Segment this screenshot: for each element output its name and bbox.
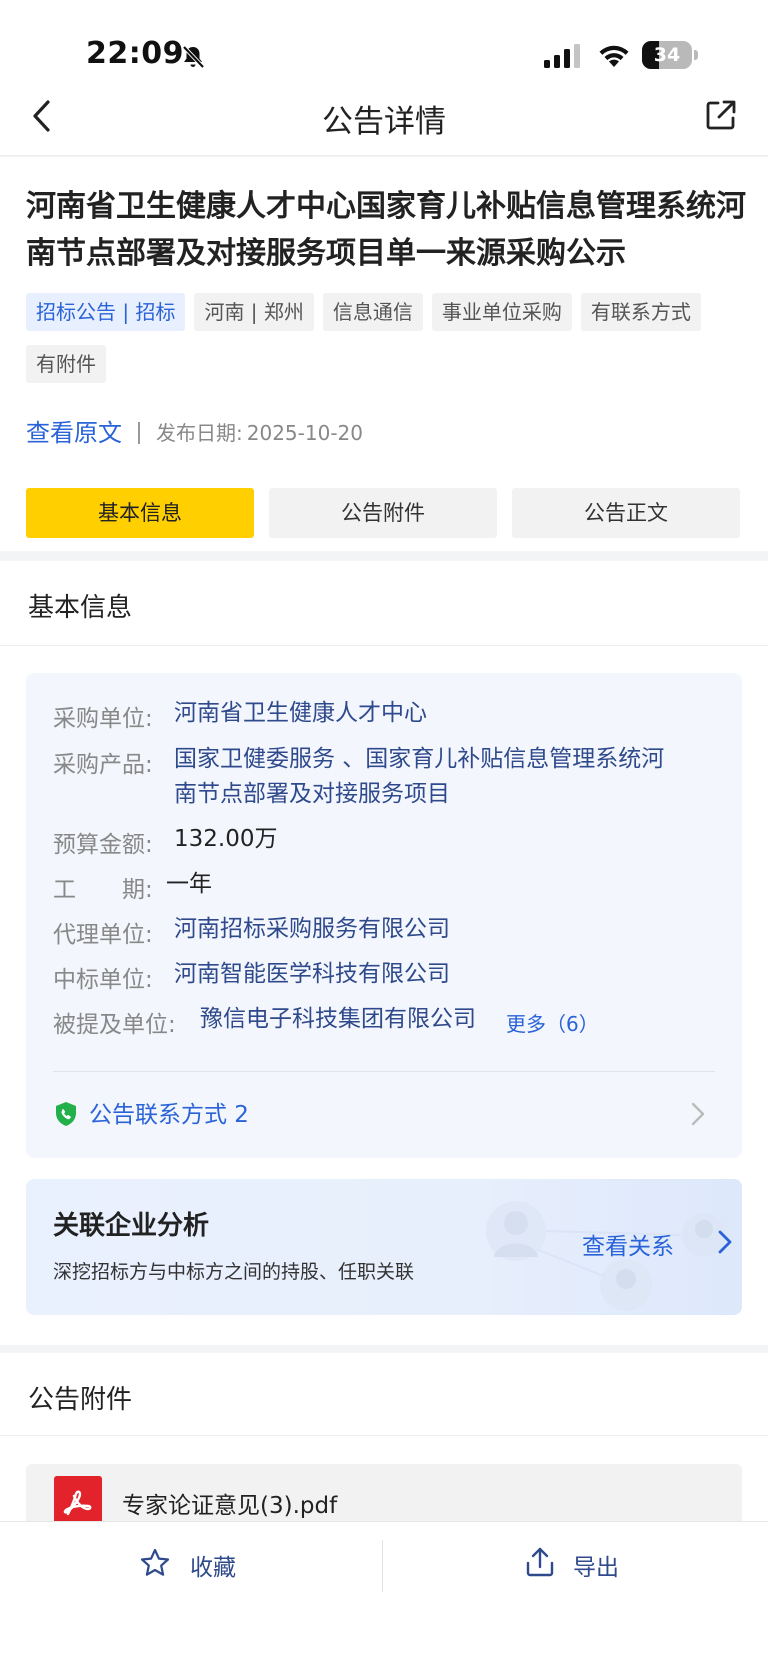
- product-value-line1[interactable]: 国家卫健委服务 、国家育儿补贴信息管理系统河: [174, 742, 664, 777]
- mentioned-value[interactable]: 豫信电子科技集团有限公司: [200, 1002, 476, 1037]
- tag-industry[interactable]: 信息通信: [322, 293, 423, 331]
- tab-attachments[interactable]: 公告附件: [269, 488, 497, 538]
- agency-label: 代理单位:: [53, 922, 153, 948]
- view-original-link[interactable]: 查看原文: [26, 415, 122, 451]
- wifi-icon: [599, 45, 629, 67]
- duration-label: 工 期:: [53, 877, 153, 903]
- budget-label: 预算金额:: [53, 832, 153, 858]
- publish-date-label: 发布日期:: [156, 421, 243, 445]
- meta-row: 查看原文 发布日期: 2025-10-20: [26, 415, 363, 451]
- chevron-right-blue-icon[interactable]: [718, 1230, 732, 1254]
- relation-subtitle: 深挖招标方与中标方之间的持股、任职关联: [53, 1261, 415, 1283]
- star-icon: [140, 1548, 170, 1576]
- basic-info-card: 采购单位: 河南省卫生健康人才中心 采购产品: 国家卫健委服务 、国家育儿补贴信…: [26, 673, 742, 1158]
- status-time: 22:09: [86, 36, 184, 71]
- tab-notice-body[interactable]: 公告正文: [512, 488, 740, 538]
- mentioned-label: 被提及单位:: [53, 1012, 176, 1038]
- cellular-signal-icon: [544, 44, 580, 68]
- relation-title: 关联企业分析: [53, 1211, 210, 1241]
- more-mentioned-link[interactable]: 更多（6）: [506, 1008, 599, 1037]
- favorite-label: 收藏: [190, 1555, 236, 1581]
- relation-analysis-banner[interactable]: 关联企业分析 深挖招标方与中标方之间的持股、任职关联 查看关系: [26, 1179, 742, 1315]
- battery-indicator: 34: [642, 41, 698, 69]
- upload-icon: [526, 1547, 554, 1577]
- section-divider: [0, 645, 768, 646]
- notice-header: 河南省卫生健康人才中心国家育儿补贴信息管理系统河南节点部署及对接服务项目单一来源…: [0, 157, 768, 551]
- battery-body: 34: [642, 41, 692, 69]
- attachment-file-name[interactable]: 专家论证意见(3).pdf: [122, 1486, 337, 1520]
- agency-value[interactable]: 河南招标采购服务有限公司: [174, 912, 450, 947]
- duration-value: 一年: [166, 871, 212, 897]
- favorite-button[interactable]: 收藏: [140, 1542, 250, 1588]
- tag-has-contact[interactable]: 有联系方式: [580, 293, 701, 331]
- meta-separator: [138, 422, 140, 444]
- product-label: 采购产品:: [53, 752, 153, 778]
- chevron-right-icon[interactable]: [690, 1101, 706, 1127]
- product-value-line2[interactable]: 南节点部署及对接服务项目: [174, 777, 450, 812]
- tag-buyer-type[interactable]: 事业单位采购: [431, 293, 572, 331]
- view-relation-link[interactable]: 查看关系: [582, 1227, 674, 1261]
- export-button[interactable]: 导出: [525, 1542, 635, 1588]
- budget-value: 132.00万: [174, 826, 278, 852]
- tag-category[interactable]: 招标公告 | 招标: [26, 293, 186, 331]
- battery-percent: 34: [653, 44, 681, 66]
- section-tabs: 基本信息 公告附件 公告正文: [26, 488, 742, 538]
- page-title: 公告详情: [322, 104, 446, 140]
- section-title-attachments: 公告附件: [28, 1385, 133, 1415]
- notice-title: 河南省卫生健康人才中心国家育儿补贴信息管理系统河南节点部署及对接服务项目单一来源…: [26, 189, 746, 271]
- tab-basic-info[interactable]: 基本信息: [26, 488, 254, 538]
- share-icon[interactable]: [704, 98, 738, 132]
- tag-list: 招标公告 | 招标 河南 | 郑州 信息通信 事业单位采购 有联系方式 有附件: [26, 293, 746, 397]
- section-divider: [0, 1435, 768, 1436]
- buyer-label: 采购单位:: [53, 706, 153, 732]
- winner-value[interactable]: 河南智能医学科技有限公司: [174, 957, 450, 992]
- card-divider: [53, 1071, 715, 1072]
- tag-region[interactable]: 河南 | 郑州: [194, 293, 314, 331]
- bottom-action-bar: 收藏 导出: [0, 1521, 768, 1669]
- nav-bar: 公告详情: [0, 80, 768, 156]
- winner-label: 中标单位:: [53, 967, 153, 993]
- bottom-divider: [382, 1540, 383, 1592]
- contact-info-link[interactable]: 公告联系方式 2: [89, 1095, 249, 1129]
- battery-cap: [694, 50, 698, 60]
- shield-phone-icon: [56, 1102, 76, 1126]
- basic-info-section: 基本信息 采购单位: 河南省卫生健康人才中心 采购产品: 国家卫健委服务 、国家…: [0, 561, 768, 1345]
- publish-date: 2025-10-20: [246, 421, 363, 445]
- buyer-value[interactable]: 河南省卫生健康人才中心: [174, 696, 427, 731]
- bell-muted-icon: [182, 45, 205, 69]
- section-title-basic-info: 基本信息: [28, 593, 133, 623]
- export-label: 导出: [573, 1555, 619, 1581]
- tag-has-attachment[interactable]: 有附件: [26, 345, 106, 383]
